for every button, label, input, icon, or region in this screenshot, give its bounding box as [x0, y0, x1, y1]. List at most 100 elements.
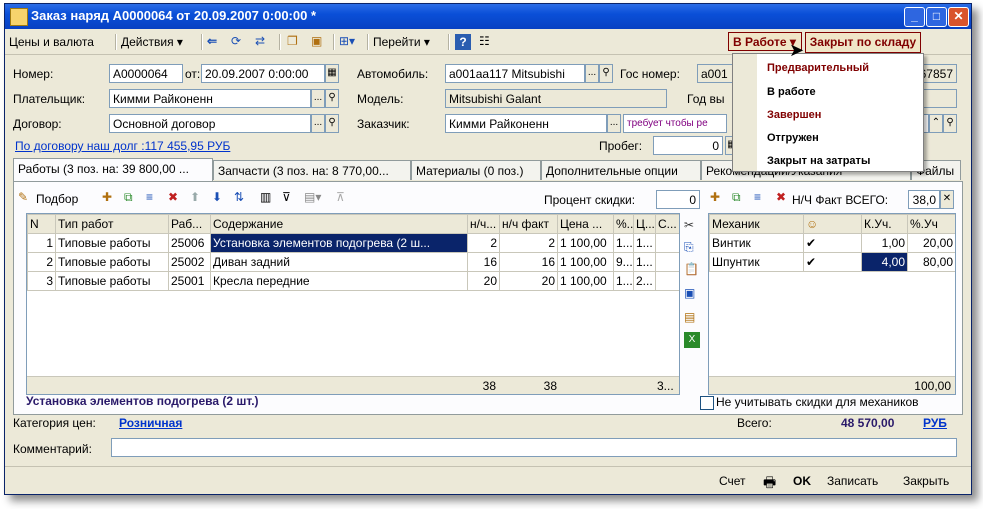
cell[interactable]: Винтик — [709, 233, 804, 253]
col-c[interactable]: Ц... — [633, 214, 656, 234]
contract-field[interactable]: Основной договор — [109, 114, 311, 133]
structure-icon[interactable]: ☷ — [479, 34, 495, 50]
cell[interactable]: 1 100,00 — [557, 252, 614, 272]
contract-open-icon[interactable]: ⚲ — [325, 114, 339, 133]
cell[interactable]: 1 100,00 — [557, 271, 614, 291]
table-row[interactable]: 1 Типовые работы 25006 Установка элемент… — [27, 233, 679, 253]
comment-field[interactable] — [111, 438, 957, 457]
picker-icon[interactable]: ✎ — [18, 190, 34, 206]
cell[interactable]: 20 — [499, 271, 558, 291]
print-icon[interactable]: 🖶 — [763, 472, 776, 494]
table-row[interactable]: Винтик ✔ 1,00 20,00 — [709, 233, 955, 253]
cell[interactable]: 20 — [467, 271, 500, 291]
copy-row-icon[interactable]: ⧉ — [124, 190, 140, 206]
cell[interactable]: 25002 — [168, 252, 211, 272]
cell[interactable]: 2... — [633, 271, 656, 291]
cell[interactable]: 20,00 — [907, 233, 955, 253]
col-content[interactable]: Содержание — [210, 214, 468, 234]
actions-menu[interactable]: Действия ▾ — [121, 33, 183, 51]
invoice-button[interactable]: Счет — [719, 474, 746, 488]
cell[interactable]: Шпунтик — [709, 252, 804, 272]
col-work-type[interactable]: Тип работ — [55, 214, 169, 234]
cell-selected[interactable]: 4,00 — [861, 252, 908, 272]
cell[interactable]: 1... — [633, 233, 656, 253]
payer-open-icon[interactable]: ⚲ — [325, 89, 339, 108]
tab-works[interactable]: Работы (3 поз. на: 39 800,00 ... — [13, 158, 213, 181]
delete-row-icon[interactable]: ✖ — [168, 190, 184, 206]
checkbox-checked[interactable]: ✔ — [806, 255, 816, 269]
tab-parts[interactable]: Запчасти (3 поз. на: 8 770,00... — [213, 160, 411, 180]
mech-add-icon[interactable]: ✚ — [710, 190, 726, 206]
payer-field[interactable]: Кимми Райконенн — [109, 89, 311, 108]
cell[interactable]: 16 — [499, 252, 558, 272]
calendar-icon[interactable]: ▦ — [325, 64, 339, 83]
cell[interactable]: 1... — [613, 271, 634, 291]
close-window-button[interactable]: ✕ — [948, 7, 969, 27]
save-button[interactable]: Записать — [827, 474, 878, 488]
check-cell[interactable]: ✔ — [803, 252, 862, 272]
price-category-link[interactable]: Розничная — [119, 416, 182, 430]
customer-hint-spinner[interactable]: ⌃ — [929, 114, 943, 133]
menu-item-closed-costs[interactable]: Закрыт на затраты — [767, 155, 870, 167]
mech-edit-icon[interactable]: ≡ — [754, 190, 770, 206]
based-on-icon[interactable]: ⊞▾ — [339, 34, 355, 50]
menu-item-preliminary[interactable]: Предварительный — [767, 62, 869, 74]
currency-link[interactable]: РУБ — [923, 416, 947, 430]
no-discount-checkbox[interactable] — [700, 396, 714, 410]
closed-by-warehouse-button[interactable]: Закрыт по складу — [805, 32, 921, 53]
cell[interactable]: Типовые работы — [55, 252, 169, 272]
mileage-field[interactable]: 0 — [653, 136, 723, 155]
help-icon[interactable]: ? — [455, 34, 471, 50]
edit-row-icon[interactable]: ≡ — [146, 190, 162, 206]
maximize-button[interactable]: □ — [926, 7, 947, 27]
car-field[interactable]: а001аа117 Mitsubishi — [445, 64, 585, 83]
date-field[interactable]: 20.09.2007 0:00:00 — [201, 64, 325, 83]
save-icon[interactable]: ▣ — [684, 286, 700, 302]
menu-item-shipped[interactable]: Отгружен — [767, 132, 819, 144]
cell[interactable]: 2 — [467, 233, 500, 253]
cell[interactable]: 1,00 — [861, 233, 908, 253]
mech-delete-icon[interactable]: ✖ — [776, 190, 792, 206]
cell[interactable]: 3 — [27, 271, 56, 291]
cell[interactable]: Типовые работы — [55, 233, 169, 253]
table-row[interactable]: 2 Типовые работы 25002 Диван задний 16 1… — [27, 252, 679, 272]
customer-field[interactable]: Кимми Райконенн — [445, 114, 607, 133]
car-select-button[interactable]: ... — [585, 64, 599, 83]
tab-options[interactable]: Дополнительные опции — [541, 160, 701, 180]
sort-icon[interactable]: ⇅ — [234, 190, 250, 206]
fact-total-field[interactable]: 38,0 — [908, 190, 940, 209]
cell[interactable] — [655, 271, 679, 291]
add-row-icon[interactable]: ✚ — [102, 190, 118, 206]
cell[interactable]: 2 — [499, 233, 558, 253]
fact-total-clear-icon[interactable]: ✕ — [940, 190, 954, 209]
checkbox-checked[interactable]: ✔ — [806, 236, 816, 250]
col-mechanic[interactable]: Механик — [709, 214, 804, 234]
car-open-icon[interactable]: ⚲ — [599, 64, 613, 83]
col-nh[interactable]: н/ч... — [467, 214, 500, 234]
cell[interactable]: 25006 — [168, 233, 211, 253]
number-field[interactable]: А0000064 — [109, 64, 183, 83]
table-row[interactable]: 3 Типовые работы 25001 Кресла передние 2… — [27, 271, 679, 291]
table-row[interactable]: Шпунтик ✔ 4,00 80,00 — [709, 252, 955, 272]
move-down-icon[interactable]: ⬇ — [212, 190, 228, 206]
picker-button[interactable]: Подбор — [36, 192, 78, 206]
cell[interactable] — [655, 233, 679, 253]
cell[interactable] — [655, 252, 679, 272]
col-p-uch[interactable]: %.Уч — [907, 214, 955, 234]
col-k-uch[interactable]: К.Уч. — [861, 214, 908, 234]
goto-menu[interactable]: Перейти ▾ — [373, 33, 430, 51]
cell[interactable]: Диван задний — [210, 252, 468, 272]
clear-filter-icon[interactable]: ⊼ — [336, 190, 352, 206]
filter-list-icon[interactable]: ▤▾ — [304, 190, 321, 206]
cell[interactable]: 16 — [467, 252, 500, 272]
copy-document-icon[interactable]: ❐ — [287, 34, 303, 50]
mech-copy-icon[interactable]: ⧉ — [732, 190, 748, 206]
discount-field[interactable]: 0 — [656, 190, 700, 209]
col-price[interactable]: Цена ... — [557, 214, 614, 234]
excel-icon[interactable]: X — [684, 332, 700, 348]
cell[interactable]: Кресла передние — [210, 271, 468, 291]
col-work-code[interactable]: Раб... — [168, 214, 211, 234]
delete-document-icon[interactable]: ▣ — [311, 34, 327, 50]
cell[interactable]: 1... — [633, 252, 656, 272]
payer-select-button[interactable]: ... — [311, 89, 325, 108]
